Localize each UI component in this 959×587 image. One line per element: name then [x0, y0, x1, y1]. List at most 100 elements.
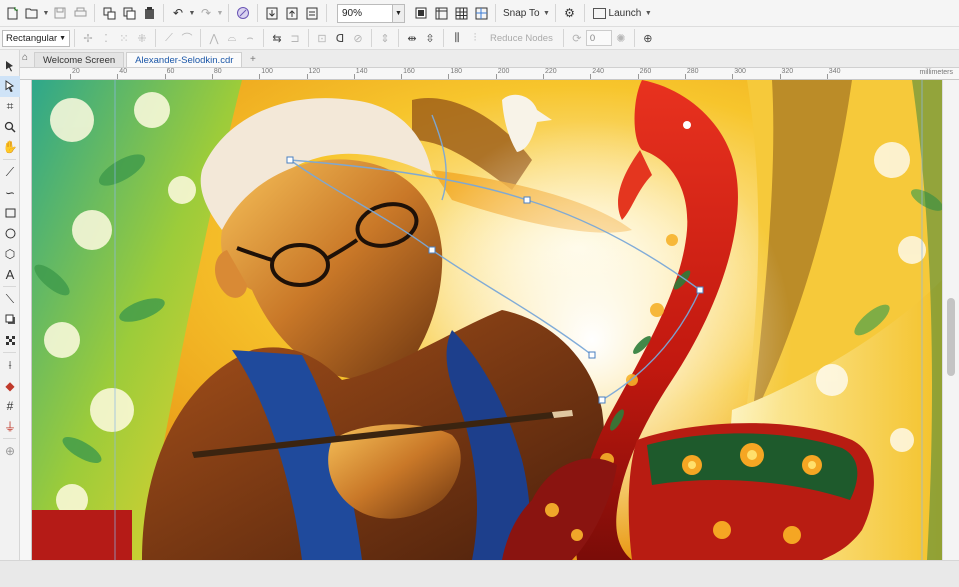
cut-icon[interactable]: [99, 3, 119, 23]
ruler-tick-label: 240: [590, 68, 604, 79]
parallel-dimension-tool-icon[interactable]: ⟍: [0, 289, 20, 309]
show-grid-icon[interactable]: [451, 3, 471, 23]
snap-to-dropdown-icon[interactable]: ▼: [543, 10, 551, 17]
tab-alexander-selodkin[interactable]: Alexander-Selodkin.cdr: [126, 52, 243, 67]
ruler-tick-label: 160: [401, 68, 415, 79]
smart-fill-tool-icon[interactable]: ⏚: [0, 416, 20, 436]
open-icon[interactable]: [22, 3, 42, 23]
save-icon[interactable]: [50, 3, 70, 23]
symmetrical-node-icon[interactable]: ⌢: [241, 29, 259, 47]
convert-to-line-icon[interactable]: ⟋: [160, 29, 178, 47]
add-node-icon[interactable]: ✢: [79, 29, 97, 47]
mesh-fill-tool-icon[interactable]: #: [0, 396, 20, 416]
smooth-node-icon[interactable]: ⌓: [223, 29, 241, 47]
align-nodes-icon[interactable]: ⫼: [448, 29, 466, 47]
zoom-tool-icon[interactable]: [0, 117, 20, 137]
ruler-tick-label: 320: [779, 68, 794, 79]
ruler-tick-label: 20: [70, 68, 80, 79]
artistic-media-tool-icon[interactable]: ∽: [0, 183, 20, 203]
drawing-canvas[interactable]: [32, 80, 942, 560]
publish-pdf-icon[interactable]: [302, 3, 322, 23]
add-toolbar-item-icon[interactable]: ⊕: [639, 29, 657, 47]
redo-dropdown-icon[interactable]: ▼: [216, 10, 224, 17]
paste-icon[interactable]: [139, 3, 159, 23]
new-document-icon[interactable]: [2, 3, 22, 23]
delete-node-icon[interactable]: ⁚: [97, 29, 115, 47]
undo-dropdown-icon[interactable]: ▼: [188, 10, 196, 17]
curve-smoothness-icon[interactable]: ⟳: [568, 29, 586, 47]
cusp-node-icon[interactable]: ⋀: [205, 29, 223, 47]
zoom-level-input[interactable]: 90%: [337, 3, 393, 23]
eyedropper-tool-icon[interactable]: ⟊: [0, 355, 20, 375]
ellipse-tool-icon[interactable]: [0, 223, 20, 243]
ruler-tick-label: 120: [306, 68, 321, 79]
toolbar-separator: [371, 29, 372, 47]
vertical-ruler[interactable]: [20, 80, 32, 560]
toolbar-separator: [155, 29, 156, 47]
interactive-fill-tool-icon[interactable]: ◆: [0, 375, 20, 395]
transparency-tool-icon[interactable]: [0, 330, 20, 350]
reverse-direction-icon[interactable]: ⇆: [268, 29, 286, 47]
reflect-nodes-icon[interactable]: ⫶: [466, 29, 484, 47]
join-nodes-icon[interactable]: ⁙: [115, 29, 133, 47]
reduce-nodes-button[interactable]: Reduce Nodes: [484, 33, 559, 44]
open-dropdown-icon[interactable]: ▼: [42, 10, 50, 17]
undo-icon[interactable]: ↶: [168, 3, 188, 23]
text-tool-icon[interactable]: A: [0, 264, 20, 284]
tab-welcome-screen[interactable]: Welcome Screen: [34, 52, 125, 67]
vertical-scrollbar-thumb[interactable]: [947, 298, 955, 376]
ruler-tick-label: 340: [826, 68, 841, 79]
zoom-dropdown-icon[interactable]: ▼: [393, 3, 405, 23]
select-all-nodes-icon[interactable]: ✺: [612, 29, 630, 47]
toolbar-separator: [583, 4, 585, 22]
launch-dropdown-icon[interactable]: ▼: [644, 10, 652, 17]
ruler-tick-label: 220: [543, 68, 557, 79]
crop-tool-icon[interactable]: ⌗: [0, 97, 20, 117]
close-curve-icon[interactable]: ᗡ: [331, 29, 349, 47]
elastic-mode-icon[interactable]: ⊘: [349, 29, 367, 47]
import-icon[interactable]: [262, 3, 282, 23]
toolbar-separator: [633, 29, 635, 47]
launch-label[interactable]: Launch: [606, 8, 645, 19]
copy-icon[interactable]: [119, 3, 139, 23]
show-guidelines-icon[interactable]: [471, 3, 491, 23]
selection-mode-select[interactable]: Rectangular ▼: [2, 29, 70, 47]
rectangle-tool-icon[interactable]: [0, 203, 20, 223]
polygon-tool-icon[interactable]: ⬡: [0, 244, 20, 264]
shape-tool-icon[interactable]: [0, 76, 20, 97]
tab-label: Welcome Screen: [43, 54, 116, 66]
add-tool-icon[interactable]: ⊕: [0, 441, 20, 461]
launch-icon[interactable]: [592, 7, 606, 19]
full-screen-preview-icon[interactable]: [411, 3, 431, 23]
stretch-nodes-icon[interactable]: ⇕: [376, 29, 394, 47]
toolbar-separator: [554, 4, 556, 22]
align-horizontal-icon[interactable]: ⇹: [403, 29, 421, 47]
redo-icon[interactable]: ↷: [196, 3, 216, 23]
horizontal-ruler[interactable]: millimeters 20 40 60 80 100 120 140 160 180 200 22…: [20, 68, 959, 80]
toolbar-separator: [74, 29, 75, 47]
export-icon[interactable]: [282, 3, 302, 23]
vertical-scrollbar[interactable]: [942, 80, 959, 560]
add-tab-icon[interactable]: +: [246, 53, 259, 66]
align-vertical-icon[interactable]: ⇳: [421, 29, 439, 47]
search-content-icon[interactable]: [233, 3, 253, 23]
pan-tool-icon[interactable]: ✋: [0, 137, 20, 157]
gear-icon[interactable]: ⚙: [560, 3, 580, 23]
break-curve-icon[interactable]: ⁜: [133, 29, 151, 47]
show-rulers-icon[interactable]: [431, 3, 451, 23]
ruler-tick-label: 40: [117, 68, 128, 79]
freehand-tool-icon[interactable]: ⟋: [0, 162, 20, 182]
home-icon[interactable]: ⌂: [22, 53, 32, 63]
convert-to-curve-icon[interactable]: ⌒: [178, 29, 196, 47]
extend-curve-icon[interactable]: ⊐: [286, 29, 304, 47]
print-icon[interactable]: [70, 3, 90, 23]
snap-to-label[interactable]: Snap To: [500, 8, 543, 19]
extract-subpath-icon[interactable]: ⊡: [313, 29, 331, 47]
ruler-tick-label: 100: [259, 68, 273, 79]
curve-smoothness-input[interactable]: 0: [585, 30, 612, 46]
toolbar-separator: [443, 29, 444, 47]
toolbar-separator: [263, 29, 264, 47]
toolbox-separator: [3, 438, 16, 440]
pick-tool-icon[interactable]: [0, 56, 20, 76]
drop-shadow-tool-icon[interactable]: [0, 310, 20, 330]
